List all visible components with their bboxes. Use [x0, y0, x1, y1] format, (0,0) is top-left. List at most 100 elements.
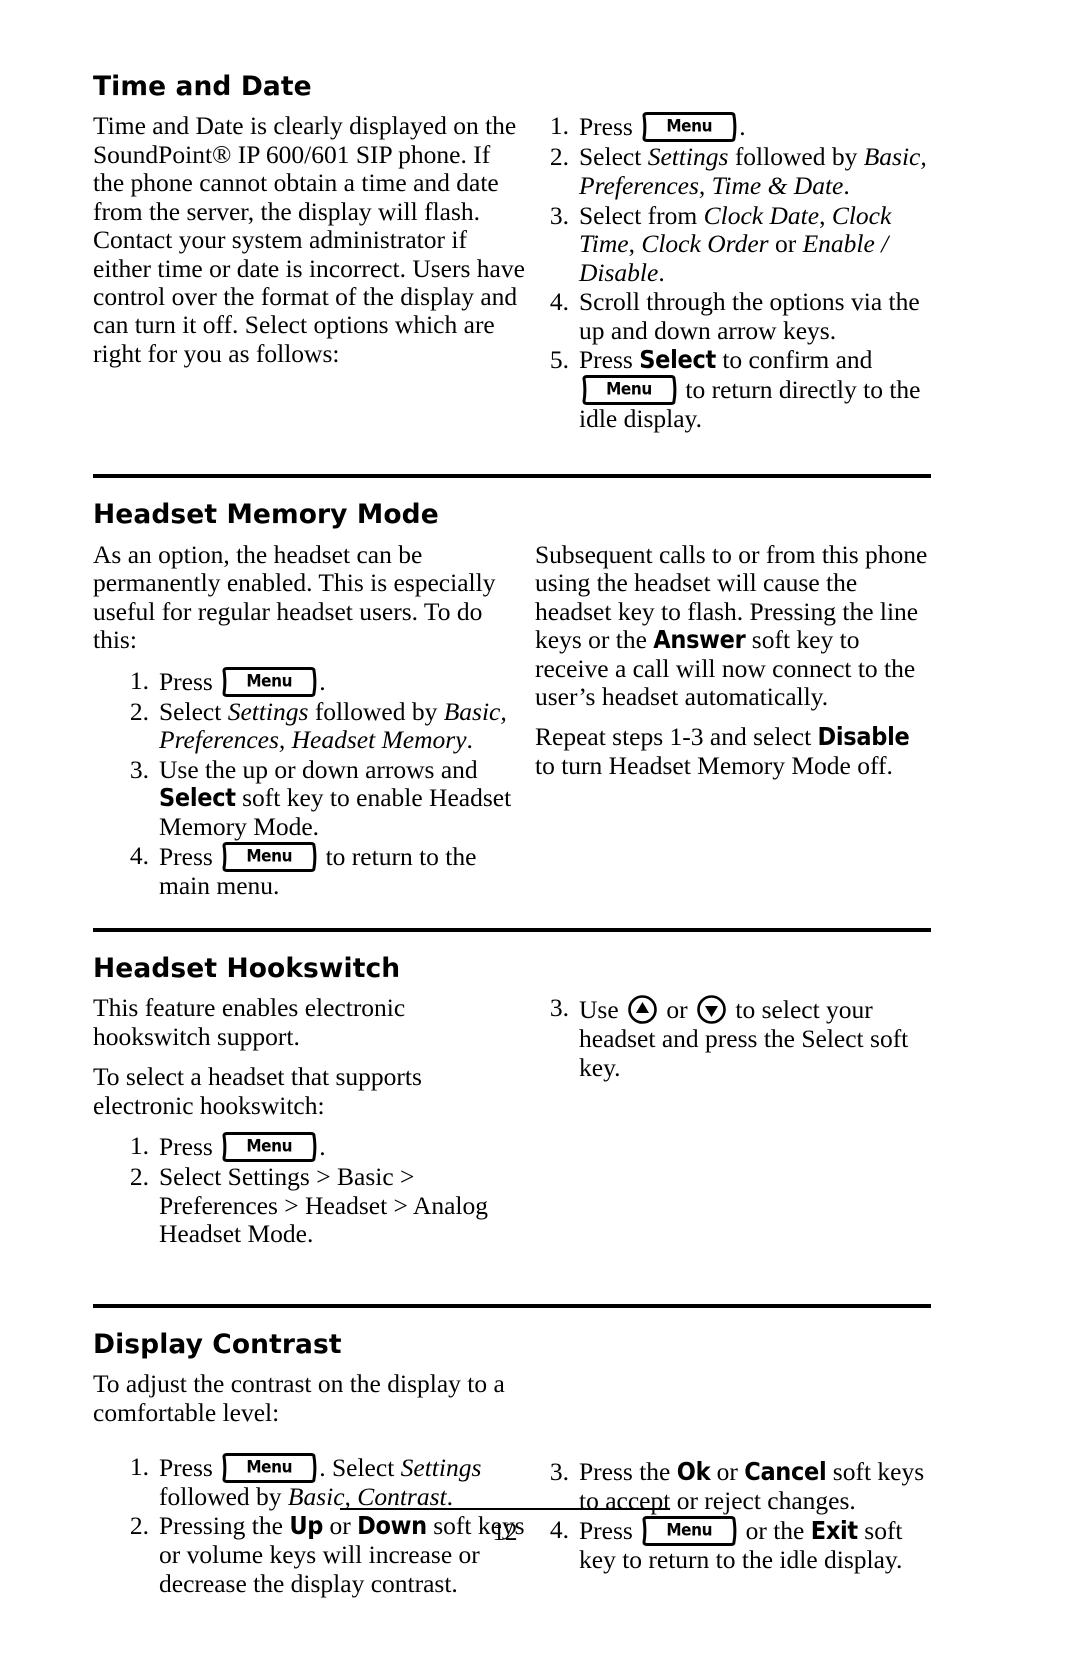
- step-item: 1. Press Menu.: [115, 1130, 525, 1162]
- step-number: 1.: [549, 111, 569, 141]
- step-text: Press Menu to return to the main menu.: [159, 842, 477, 901]
- menu-key-icon: Menu: [641, 112, 737, 143]
- section-divider: [93, 474, 931, 479]
- right-column: Subsequent calls to or from this phone u…: [535, 539, 931, 780]
- soft-key-label: Answer: [653, 625, 746, 655]
- steps-list: 1. Press Menu. 2. Select Settings followed …: [115, 666, 525, 901]
- step-text: Use or to select your headset and press …: [579, 994, 909, 1082]
- two-column-layout: As an option, the headset can be permane…: [93, 539, 931, 902]
- section-divider: [93, 1303, 931, 1308]
- step-number: 5.: [549, 345, 569, 375]
- step-item: 2. Select Settings > Basic > Preferences …: [115, 1161, 525, 1249]
- step-text: Press Select to confirm and Menu to retu…: [579, 345, 921, 433]
- step-number: 2.: [129, 1161, 149, 1191]
- step-item: 2. Select Settings followed by Basic, Pre…: [535, 143, 931, 200]
- soft-key-label: Up: [289, 1511, 324, 1541]
- menu-path-italic: Basic, Contrast: [287, 1481, 447, 1511]
- section-title-headset-memory-mode: Headset Memory Mode: [93, 499, 439, 531]
- steps-list: 3. Use or to select your headset and pres…: [535, 994, 931, 1082]
- step-text: Select Settings > Basic > Preferences > …: [159, 1161, 488, 1249]
- down-arrow-key: [696, 994, 727, 1025]
- step-text: Select Settings followed by Basic, Prefe…: [159, 696, 507, 755]
- step-item: 3. Select from Clock Date, Clock Time, Cl…: [535, 200, 931, 288]
- intro-paragraph: To adjust the contrast on the display to…: [93, 1369, 505, 1427]
- step-number: 3.: [549, 1457, 569, 1487]
- step-text: Press Menu.: [159, 1131, 326, 1162]
- page-content: Time and Date Time and Date is clearly d…: [93, 71, 931, 1600]
- step-number: 3.: [549, 200, 569, 230]
- menu-key-icon: Menu: [221, 1131, 317, 1162]
- step-number: 3.: [549, 993, 569, 1023]
- section-divider: [93, 927, 931, 932]
- menu-key-label: Menu: [606, 379, 652, 400]
- intro-paragraph: Time and Date is clearly displayed on th…: [93, 111, 525, 368]
- footer-divider: [340, 1508, 670, 1510]
- step-item: 5. Press Select to confirm and Menu to re…: [535, 346, 931, 433]
- two-column-layout: To adjust the contrast on the display to…: [93, 1369, 931, 1599]
- menu-key-icon: Menu: [581, 374, 677, 405]
- step-number: 1.: [129, 1130, 149, 1160]
- right-column: 3. Use or to select your headset and pres…: [535, 994, 931, 1083]
- description-paragraph-1: Subsequent calls to or from this phone u…: [535, 539, 928, 711]
- soft-key-label: Ok: [676, 1457, 711, 1487]
- step-number: 2.: [129, 1511, 149, 1541]
- step-number: 1.: [129, 1451, 149, 1481]
- menu-key-icon: Menu: [221, 842, 317, 873]
- step-text: Scroll through the options via the up an…: [579, 287, 920, 345]
- section-title-display-contrast: Display Contrast: [93, 1328, 342, 1360]
- steps-list: 1. Press Menu. 2. Select Settings followed …: [535, 112, 931, 433]
- menu-key-label: Menu: [246, 671, 293, 692]
- menu-path-italic: Basic, Preferences, Time & Date: [579, 142, 927, 201]
- left-column: To adjust the contrast on the display to…: [93, 1369, 525, 1599]
- step-item: 3. Use or to select your headset and pres…: [535, 994, 931, 1082]
- right-column: 1. Press Menu. 2. Select Settings followed …: [535, 112, 931, 434]
- step-item: 1. Press Menu. Select Settings followed b…: [115, 1451, 525, 1512]
- step-number: 3.: [129, 754, 149, 784]
- soft-key-label: Cancel: [744, 1457, 827, 1487]
- page-number: 12: [492, 1519, 518, 1546]
- steps-list: 1. Press Menu. 2. Select Settings > Basic >…: [115, 1130, 525, 1249]
- section-time-and-date: Time and Date Time and Date is clearly d…: [93, 71, 931, 434]
- soft-key-label: Select: [639, 345, 716, 375]
- two-column-layout: This feature enables electronic hookswit…: [93, 994, 931, 1249]
- menu-key-label: Menu: [246, 1457, 293, 1478]
- step-text: Press Menu. Select Settings followed by …: [159, 1452, 482, 1511]
- section-headset-memory-mode: Headset Memory Mode As an option, the he…: [93, 499, 931, 902]
- step-number: 4.: [549, 287, 569, 317]
- menu-path-italic: Settings: [400, 1452, 482, 1482]
- menu-path-italic: Basic, Preferences, Headset Memory: [159, 696, 507, 755]
- step-item: 1. Press Menu.: [115, 666, 525, 697]
- description-paragraph-2: Repeat steps 1-3 and select Disable to t…: [535, 722, 910, 780]
- menu-key-label: Menu: [246, 1136, 293, 1157]
- intro-paragraph-2: To select a headset that supports electr…: [93, 1062, 422, 1120]
- step-item: 2. Select Settings followed by Basic, Pre…: [115, 696, 525, 755]
- step-text: Select from Clock Date, Clock Time, Cloc…: [579, 200, 892, 287]
- menu-key-label: Menu: [246, 846, 293, 867]
- document-page: Time and Date Time and Date is clearly d…: [0, 0, 1080, 1669]
- menu-path-italic: Clock Date: [703, 200, 820, 230]
- step-number: 2.: [549, 142, 569, 172]
- soft-key-label: Disable: [817, 722, 910, 752]
- section-display-contrast: Display Contrast To adjust the contrast …: [93, 1328, 931, 1600]
- menu-key-label: Menu: [666, 116, 713, 137]
- left-column: This feature enables electronic hookswit…: [93, 994, 525, 1249]
- step-item: 4. Scroll through the options via the up …: [535, 288, 931, 345]
- step-text: Press the Ok or Cancel soft keys to acce…: [579, 1457, 925, 1515]
- step-text: Use the up or down arrows and Select sof…: [159, 754, 512, 841]
- two-column-layout: Time and Date is clearly displayed on th…: [93, 112, 931, 434]
- step-text: Press Menu.: [159, 666, 326, 697]
- left-column: Time and Date is clearly displayed on th…: [93, 112, 525, 368]
- up-arrow-key: [627, 994, 658, 1025]
- step-text: Select Settings followed by Basic, Prefe…: [579, 142, 927, 201]
- soft-key-label: Exit: [810, 1516, 858, 1546]
- section-headset-hookswitch: Headset Hookswitch This feature enables …: [93, 953, 931, 1250]
- step-number: 4.: [129, 841, 149, 871]
- menu-path-italic: Clock Order: [641, 229, 769, 259]
- left-column: As an option, the headset can be permane…: [93, 540, 525, 902]
- menu-path-italic: Settings: [647, 142, 729, 172]
- step-item: 3. Use the up or down arrows and Select s…: [115, 754, 525, 842]
